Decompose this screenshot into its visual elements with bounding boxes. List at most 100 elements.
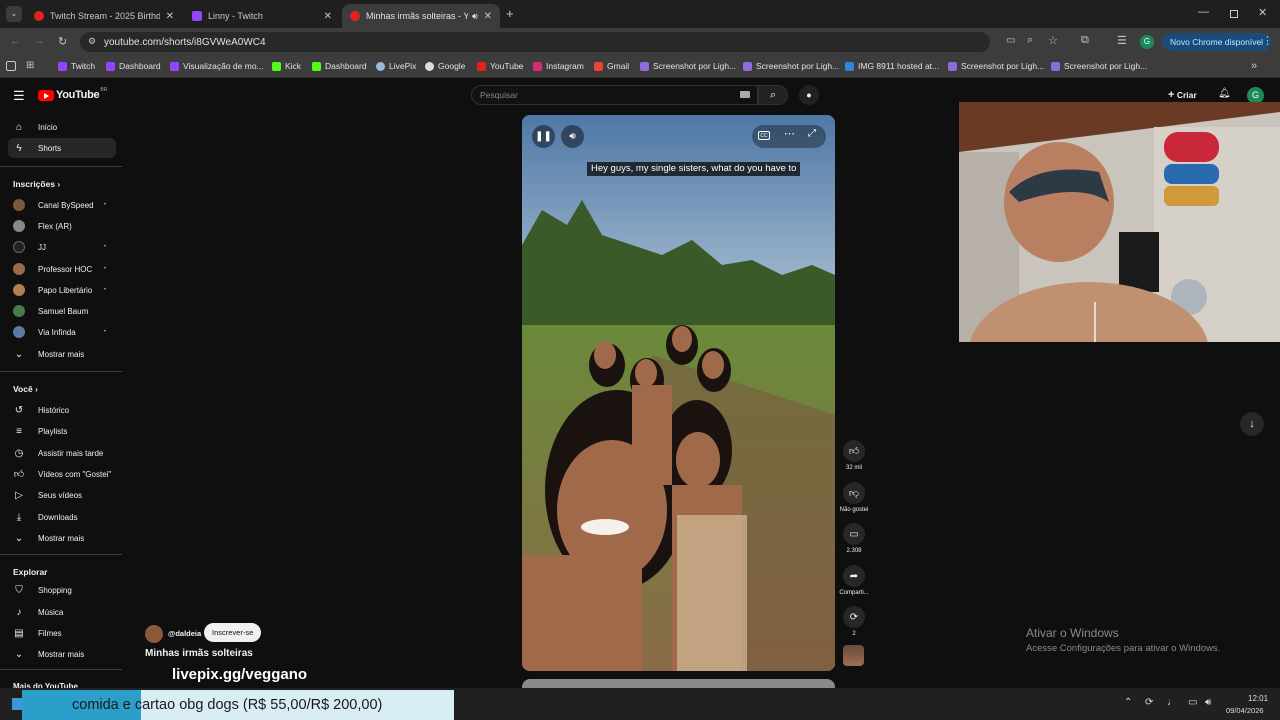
create-button[interactable]: + Criar	[1168, 89, 1197, 101]
new-tab-icon[interactable]: +	[506, 6, 514, 21]
tab-search-icon[interactable]: ⌄	[6, 6, 22, 22]
show-more-you[interactable]: ⌄ Mostrar mais	[8, 528, 116, 548]
bookmark-item[interactable]: Screenshot por Ligh...	[640, 61, 736, 71]
search-input[interactable]: Pesquisar	[471, 85, 758, 105]
close-window-icon[interactable]: ✕	[1258, 6, 1267, 19]
reload-icon[interactable]: ↻	[58, 35, 67, 48]
show-more-subscriptions[interactable]: ⌄ Mostrar mais	[8, 344, 116, 364]
activate-windows-subtitle: Acesse Configurações para ativar o Windo…	[1026, 643, 1221, 654]
sidebar-channel[interactable]: Via Infinda •	[8, 322, 116, 342]
subscriptions-heading[interactable]: Inscrições ›	[13, 179, 60, 189]
clock-time[interactable]: 12:01	[1248, 694, 1268, 703]
dislike-button[interactable]: 👎︎ Não gostei	[838, 482, 870, 513]
captions-icon[interactable]: CC	[758, 131, 770, 140]
zoom-icon[interactable]: ⌕	[1027, 34, 1033, 47]
site-info-icon[interactable]: ⚙	[88, 36, 96, 47]
youtube-logo[interactable]: YouTube BR	[38, 87, 107, 101]
pause-button[interactable]: ❚❚	[532, 125, 555, 148]
channel-avatar[interactable]	[145, 625, 163, 643]
like-button[interactable]: 👍︎ 32 mil	[838, 440, 870, 471]
keyboard-icon[interactable]	[740, 91, 750, 98]
clock-date[interactable]: 09/04/2026	[1226, 706, 1264, 715]
address-bar[interactable]: ⚙ youtube.com/shorts/i8GVWeA0WC4	[80, 32, 990, 52]
sidebar-item-downloads[interactable]: ⤓ Downloads	[8, 507, 116, 527]
grid-icon[interactable]: ⊞	[26, 60, 34, 71]
volume-button[interactable]: 🔊︎	[561, 125, 584, 148]
sidebar-channel[interactable]: Professor HOC •	[8, 259, 116, 279]
audio-playing-icon[interactable]: 🔊︎	[472, 11, 478, 22]
cast-icon[interactable]: ▭	[1006, 35, 1015, 46]
speaker-icon[interactable]: 🔊︎	[1205, 697, 1211, 708]
microphone-icon[interactable]: ♩	[1167, 697, 1177, 708]
fullscreen-icon[interactable]: ⤢	[808, 128, 816, 139]
bookmark-item[interactable]: Twitch	[58, 61, 95, 71]
back-icon[interactable]: ←	[10, 35, 21, 47]
bookmark-item[interactable]: Screenshot por Ligh...	[948, 61, 1044, 71]
bookmark-item[interactable]: Google	[425, 61, 465, 71]
share-button[interactable]: ➦ Comparti...	[838, 565, 870, 596]
sidebar-channel[interactable]: Flex (AR)	[8, 216, 116, 236]
sidebar-item-shorts[interactable]: ϟ Shorts	[8, 138, 116, 158]
short-title[interactable]: Minhas irmãs solteiras	[145, 648, 253, 659]
sidebar-channel[interactable]: Samuel Baum	[8, 301, 116, 321]
show-more-explore[interactable]: ⌄ Mostrar mais	[8, 644, 116, 664]
reading-list-icon[interactable]: ☰	[1117, 34, 1127, 47]
bookmark-item[interactable]: Visualização de mo...	[170, 61, 264, 71]
remix-button[interactable]: ⟳ 2	[838, 606, 870, 637]
bookmark-item[interactable]: Screenshot por Ligh...	[1051, 61, 1147, 71]
bookmark-item[interactable]: Gmail	[594, 61, 629, 71]
bookmark-item[interactable]: Kick	[272, 61, 301, 71]
tray-app-icon[interactable]: ⟳	[1145, 697, 1153, 708]
channel-handle[interactable]: @daldeia	[168, 629, 201, 638]
profile-avatar[interactable]: G	[1140, 35, 1154, 49]
more-options-icon[interactable]: ⋯	[784, 127, 795, 140]
notifications-bell-icon[interactable]: 🔔︎	[1218, 88, 1231, 99]
voice-search-button[interactable]: ●	[799, 85, 819, 105]
apps-icon[interactable]	[6, 61, 16, 71]
next-short-button[interactable]: ↓	[1240, 412, 1264, 436]
minimize-icon[interactable]: —	[1198, 6, 1209, 18]
avatar	[13, 220, 25, 232]
sidebar-channel[interactable]: Canal BySpeed •	[8, 195, 116, 215]
tray-chevron-icon[interactable]: ⌃	[1124, 697, 1132, 708]
bookmark-item[interactable]: Dashboard	[106, 61, 161, 71]
close-tab-icon[interactable]: ✕	[324, 11, 332, 22]
tab-twitch-stream[interactable]: Twitch Stream - 2025 Birthday ✕	[26, 4, 182, 28]
sidebar-item-shopping[interactable]: ⛉ Shopping	[8, 580, 116, 600]
extensions-icon[interactable]: ⧉	[1081, 34, 1089, 47]
restore-icon[interactable]	[1230, 10, 1238, 18]
sidebar-item-movies[interactable]: ▤ Filmes	[8, 623, 116, 643]
subscribe-button[interactable]: Inscrever-se	[204, 623, 262, 642]
bookmark-item[interactable]: Dashboard	[312, 61, 367, 71]
you-heading[interactable]: Você ›	[13, 384, 38, 394]
sidebar-item-watch-later[interactable]: ◷ Assistir mais tarde	[8, 443, 116, 463]
sidebar-channel[interactable]: JJ •	[8, 237, 116, 257]
sidebar-item-history[interactable]: ↺ Histórico	[8, 400, 116, 420]
chrome-update-button[interactable]: Novo Chrome disponível	[1162, 33, 1272, 51]
bookmark-item[interactable]: Instagram	[533, 61, 584, 71]
bookmark-item[interactable]: Screenshot por Ligh...	[743, 61, 839, 71]
chrome-menu-icon[interactable]: ⋮	[1262, 34, 1273, 47]
sidebar-item-your-videos[interactable]: ▷ Seus vídeos	[8, 485, 116, 505]
sidebar-item-home[interactable]: ⌂ Início	[8, 117, 116, 137]
tab-minhas-irmas[interactable]: Minhas irmãs solteiras - Yo 🔊︎ ✕	[342, 4, 500, 28]
search-button[interactable]: ⌕	[758, 85, 788, 105]
sound-thumbnail[interactable]	[843, 645, 864, 666]
close-tab-icon[interactable]: ✕	[484, 11, 492, 22]
forward-icon[interactable]: →	[34, 35, 45, 47]
sidebar-item-music[interactable]: ♪ Música	[8, 602, 116, 622]
more-bookmarks-icon[interactable]: »	[1251, 60, 1257, 72]
close-tab-icon[interactable]: ✕	[166, 11, 174, 22]
sidebar-item-playlists[interactable]: ≡ Playlists	[8, 421, 116, 441]
bookmark-item[interactable]: YouTube	[477, 61, 523, 71]
bookmark-star-icon[interactable]: ☆	[1048, 34, 1058, 47]
comments-button[interactable]: ▭ 2.308	[838, 523, 870, 554]
short-video-player[interactable]: ❚❚ 🔊︎ CC ⋯ ⤢ Hey guys, my single sisters…	[522, 115, 835, 671]
network-icon[interactable]: ▭	[1188, 697, 1197, 708]
sidebar-channel[interactable]: Papo Libertário •	[8, 280, 116, 300]
guide-menu-icon[interactable]: ☰	[13, 88, 25, 104]
sidebar-item-liked-videos[interactable]: 👍︎ Vídeos com "Gostei"	[8, 464, 116, 484]
bookmark-item[interactable]: LivePix	[376, 61, 416, 71]
tab-linny-twitch[interactable]: Linny - Twitch ✕	[184, 4, 340, 28]
bookmark-item[interactable]: IMG 8911 hosted at...	[845, 61, 939, 71]
